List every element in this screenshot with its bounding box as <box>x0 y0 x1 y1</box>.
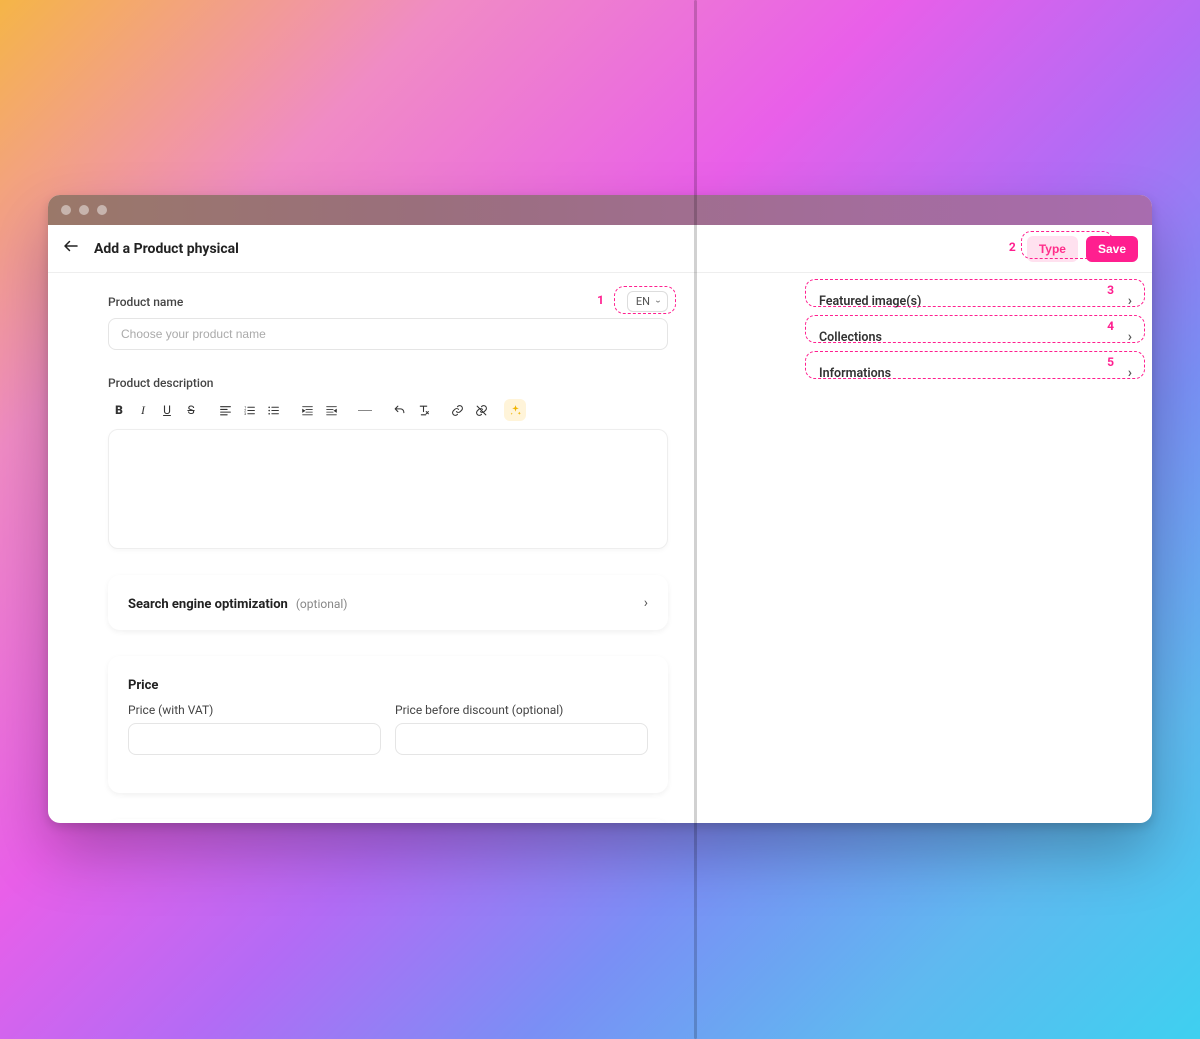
sidebar-item-featured-images[interactable]: Featured image(s) › <box>811 285 1140 317</box>
sidebar-item-label: Collections <box>819 330 882 345</box>
italic-icon[interactable]: I <box>132 399 154 421</box>
annotation-4: 4 <box>1107 319 1114 333</box>
product-name-label: Product name <box>108 295 183 309</box>
link-icon[interactable] <box>446 399 468 421</box>
indent-right-icon[interactable] <box>296 399 318 421</box>
sidebar-item-label: Informations <box>819 366 891 381</box>
window-control-dot[interactable] <box>97 205 107 215</box>
window-control-dot[interactable] <box>61 205 71 215</box>
window-titlebar <box>48 195 1152 225</box>
seo-card: Search engine optimization (optional) › <box>108 575 668 630</box>
chevron-down-icon: › <box>652 300 663 303</box>
chevron-right-icon: › <box>1128 293 1132 309</box>
back-arrow-icon[interactable] <box>62 237 80 260</box>
sidebar-item-label: Featured image(s) <box>819 294 921 309</box>
main-column: Product name 1 EN › Product description … <box>48 273 799 823</box>
indent-left-icon[interactable] <box>320 399 342 421</box>
window-control-dot[interactable] <box>79 205 89 215</box>
horizontal-rule-icon[interactable] <box>354 399 376 421</box>
align-left-icon[interactable] <box>214 399 236 421</box>
bold-icon[interactable]: B <box>108 399 130 421</box>
type-button[interactable]: Type <box>1027 236 1078 262</box>
annotation-5: 5 <box>1107 355 1114 369</box>
undo-icon[interactable] <box>388 399 410 421</box>
product-name-input[interactable] <box>108 318 668 350</box>
save-button[interactable]: Save <box>1086 236 1138 262</box>
description-editor[interactable] <box>108 429 668 549</box>
ai-sparkle-icon[interactable] <box>504 399 526 421</box>
chevron-right-icon: › <box>644 595 648 611</box>
price-heading: Price <box>128 678 158 693</box>
annotation-1: 1 <box>597 293 604 307</box>
product-description-label: Product description <box>108 376 213 390</box>
price-before-input[interactable] <box>395 723 648 755</box>
svg-text:3: 3 <box>244 410 246 415</box>
ordered-list-icon[interactable]: 123 <box>238 399 260 421</box>
sidebar-item-collections[interactable]: Collections › <box>811 321 1140 353</box>
language-select[interactable]: EN › <box>627 291 668 312</box>
unordered-list-icon[interactable] <box>262 399 284 421</box>
page-title: Add a Product physical <box>94 241 239 257</box>
chevron-right-icon: › <box>1128 365 1132 381</box>
annotation-2: 2 <box>1009 240 1016 254</box>
sidebar-item-informations[interactable]: Informations › <box>811 357 1140 389</box>
clear-format-icon[interactable] <box>412 399 434 421</box>
price-card: Price Price (with VAT) Price before disc… <box>108 656 668 793</box>
product-images-card: Product images <box>108 819 668 823</box>
editor-toolbar: B I U S 123 <box>108 397 739 423</box>
underline-icon[interactable]: U <box>156 399 178 421</box>
unlink-icon[interactable] <box>470 399 492 421</box>
price-vat-label: Price (with VAT) <box>128 703 381 717</box>
price-vat-input[interactable] <box>128 723 381 755</box>
chevron-right-icon: › <box>1128 329 1132 345</box>
scrollbar[interactable] <box>694 195 697 823</box>
sidebar-column: 3 Featured image(s) › 4 Collections › 5 … <box>799 273 1152 823</box>
seo-expand-row[interactable]: Search engine optimization (optional) › <box>128 593 648 612</box>
annotation-3: 3 <box>1107 283 1114 297</box>
price-before-label: Price before discount (optional) <box>395 703 648 717</box>
content-area: Product name 1 EN › Product description … <box>48 273 1152 823</box>
seo-title: Search engine optimization <box>128 597 288 612</box>
strikethrough-icon[interactable]: S <box>180 399 202 421</box>
language-value: EN <box>636 295 650 308</box>
seo-optional: (optional) <box>296 597 348 611</box>
topbar: Add a Product physical 2 Type Save <box>48 225 1152 273</box>
app-window: Add a Product physical 2 Type Save Produ… <box>48 195 1152 823</box>
